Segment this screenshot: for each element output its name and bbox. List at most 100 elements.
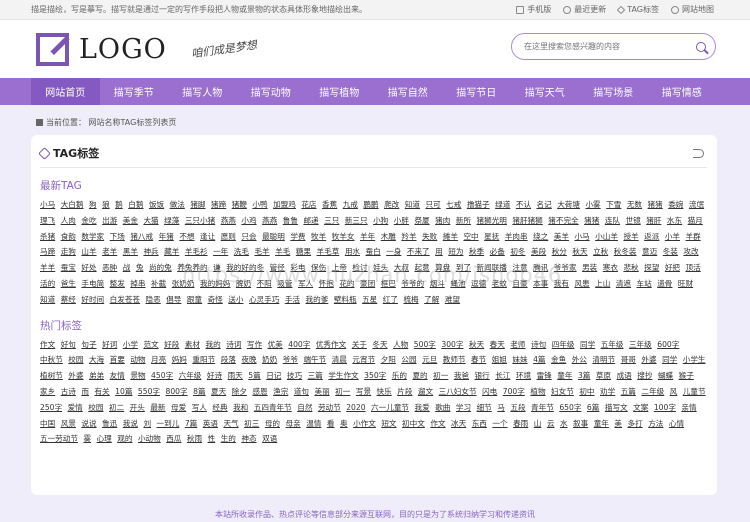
tag-link[interactable]: 600字 (657, 337, 679, 353)
tag-link[interactable]: 二年级 (641, 384, 664, 400)
tag-link[interactable]: 活的 (40, 276, 55, 292)
tag-link[interactable]: 六一儿童节 (371, 400, 409, 416)
tag-link[interactable]: 数学家 (81, 229, 104, 245)
tag-link[interactable]: 800字 (166, 384, 188, 400)
tag-link[interactable]: 范文 (143, 337, 158, 353)
tag-link[interactable]: 小鸡 (241, 213, 256, 229)
tag-link[interactable]: 藏羊 (164, 244, 179, 260)
tag-link[interactable]: 风景 (61, 416, 76, 432)
tag-link[interactable]: 端午节 (303, 352, 326, 368)
tag-link[interactable]: 难望 (445, 292, 460, 308)
tag-link[interactable]: 而 (81, 384, 89, 400)
tag-link[interactable]: 饭饭 (149, 197, 164, 213)
tag-link[interactable]: 母爱 (171, 400, 186, 416)
tag-link[interactable]: 作文 (430, 416, 445, 432)
tag-link[interactable]: 小胖 (394, 213, 409, 229)
tag-link[interactable]: 外婆 (68, 368, 83, 384)
tag-link[interactable]: 闪电 (482, 384, 497, 400)
tag-link[interactable]: 失败 (422, 229, 437, 245)
tag-link[interactable]: 用 (435, 244, 443, 260)
tag-link[interactable]: 400字 (288, 337, 310, 353)
tag-link[interactable]: 补截 (151, 276, 166, 292)
tag-link[interactable]: 彩电 (290, 260, 305, 276)
tag-link[interactable]: 短为 (448, 244, 463, 260)
tag-link[interactable]: 神兵 (143, 244, 158, 260)
tag-link[interactable]: 白发苍苍 (110, 292, 140, 308)
nav-people[interactable]: 描写人物 (168, 78, 237, 105)
tag-link[interactable]: 白鹅 (128, 197, 143, 213)
tag-link[interactable]: 250字 (40, 400, 62, 416)
tag-link[interactable]: 检讨 (352, 260, 367, 276)
tag-link[interactable]: 写人 (192, 400, 207, 416)
tag-link[interactable]: 猪肉 (435, 213, 450, 229)
tag-link[interactable]: 山羊 (81, 244, 96, 260)
tag-link[interactable]: 6篇 (587, 400, 599, 416)
tag-link[interactable]: 祭厦 (414, 213, 429, 229)
tag-link[interactable]: 中国 (40, 416, 55, 432)
tag-link[interactable]: 观的 (117, 431, 132, 447)
tag-link[interactable]: 战 (123, 260, 131, 276)
tag-link[interactable]: 张奶奶 (172, 276, 195, 292)
tag-link[interactable]: 注意 (512, 260, 527, 276)
tag-link[interactable]: 花店 (301, 197, 316, 213)
tag-link[interactable]: 初中 (579, 384, 594, 400)
tag-link[interactable]: 教师节 (443, 352, 466, 368)
tag-link[interactable]: 300字 (441, 337, 463, 353)
tag-link[interactable]: 好时间 (81, 292, 104, 308)
tag-link[interactable]: 小雾 (585, 197, 600, 213)
tag-link[interactable]: 说说 (81, 416, 96, 432)
tag-link[interactable]: 好把 (665, 260, 680, 276)
tag-link[interactable]: 4篇 (533, 352, 545, 368)
tag-link[interactable]: 黑羊 (123, 244, 138, 260)
tag-link[interactable]: 整发 (110, 276, 125, 292)
tag-link[interactable]: 遛文 (418, 384, 433, 400)
tag-link[interactable]: 上帝 (332, 260, 347, 276)
tag-link[interactable]: 新闻联播 (477, 260, 507, 276)
tag-link[interactable]: 风患 (574, 276, 589, 292)
tag-link[interactable]: 五四青年节 (254, 400, 292, 416)
tag-link[interactable]: 大猫 (143, 213, 158, 229)
tag-link[interactable]: 姐姐 (492, 352, 507, 368)
tag-link[interactable]: 猪肝 (646, 213, 661, 229)
tag-link[interactable]: 美丽 (314, 384, 329, 400)
tag-link[interactable]: 首要 (110, 352, 125, 368)
tag-link[interactable]: 我的好的冬 (226, 260, 264, 276)
tag-link[interactable]: 小作文 (353, 416, 376, 432)
nav-home[interactable]: 网站首页 (31, 78, 100, 105)
tag-link[interactable]: 2020 (346, 400, 365, 416)
tag-link[interactable]: 爷爷 (283, 352, 298, 368)
tag-link[interactable]: 小马 (40, 197, 55, 213)
tag-link[interactable]: 妈妈 (172, 352, 187, 368)
tag-link[interactable]: 东西 (472, 416, 487, 432)
tag-link[interactable]: 乐的 (392, 368, 407, 384)
tag-link[interactable]: 授羊 (623, 229, 638, 245)
tag-link[interactable]: 风 (670, 384, 678, 400)
tag-link[interactable]: 清明节 (592, 352, 615, 368)
tag-link[interactable]: 春雨 (513, 416, 528, 432)
tag-link[interactable]: 绿藻 (164, 213, 179, 229)
tag-link[interactable]: 同学 (580, 337, 595, 353)
tag-link[interactable]: 一到儿 (157, 416, 180, 432)
tag-link[interactable]: 技巧 (287, 368, 302, 384)
recent-updates-link[interactable]: 最近更新 (563, 4, 606, 15)
tag-link[interactable]: 猪八戒 (130, 229, 153, 245)
tag-link[interactable]: 初中文 (402, 416, 425, 432)
tag-link[interactable]: 儿童节 (683, 384, 706, 400)
tag-link[interactable]: 最新 (150, 400, 165, 416)
tag-link[interactable]: 秋冬装 (614, 244, 637, 260)
tag-link[interactable]: 小动物 (138, 431, 161, 447)
tag-link[interactable]: 句子 (81, 337, 96, 353)
nav-scenes[interactable]: 描写场景 (579, 78, 648, 105)
tag-link[interactable]: 愿则 (221, 229, 236, 245)
tag-link[interactable]: 美 (614, 416, 622, 432)
mobile-link[interactable]: 手机版 (516, 4, 551, 15)
tag-link[interactable]: 奇怪 (208, 292, 223, 308)
tag-link[interactable]: 不想 (179, 229, 194, 245)
tag-link[interactable]: 同学 (662, 352, 677, 368)
tag-link[interactable]: 新三只 (345, 213, 368, 229)
tag-link[interactable]: 人物 (393, 337, 408, 353)
tag-link[interactable]: 爷爷的 (401, 276, 424, 292)
tag-link[interactable]: 金吃 (81, 213, 96, 229)
tag-link[interactable]: 我爸 (454, 368, 469, 384)
tag-link[interactable]: 蚕宝 (61, 260, 76, 276)
